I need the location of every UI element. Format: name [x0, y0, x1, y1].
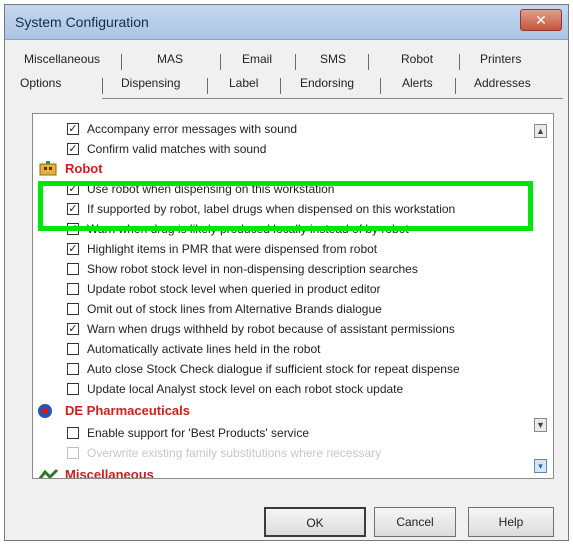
category-robot-label: Robot: [65, 161, 103, 176]
option-label: Auto close Stock Check dialogue if suffi…: [87, 362, 460, 376]
tab-addresses[interactable]: Addresses: [474, 76, 531, 90]
option-label: Update robot stock level when queried in…: [87, 282, 381, 296]
expand-collapse-button[interactable]: ▼: [534, 418, 547, 432]
cancel-button[interactable]: Cancel: [374, 507, 456, 537]
tab-separator: [121, 54, 122, 70]
close-icon: ✕: [535, 12, 547, 28]
tab-sms[interactable]: SMS: [320, 52, 346, 66]
checkbox[interactable]: ✓: [67, 143, 79, 155]
expand-collapse-button[interactable]: ▲: [534, 124, 547, 138]
checkbox[interactable]: ✓: [67, 323, 79, 335]
category-miscellaneous-label: Miscellaneous: [65, 467, 154, 479]
options-list: ✓ Accompany error messages with sound ✓ …: [32, 113, 554, 479]
expand-collapse-button[interactable]: ▾: [534, 459, 547, 473]
tab-dispensing[interactable]: Dispensing: [121, 76, 180, 90]
tab-options[interactable]: Options: [20, 76, 61, 90]
tab-printers[interactable]: Printers: [480, 52, 521, 66]
miscellaneous-icon: [38, 468, 59, 478]
option-label: Automatically activate lines held in the…: [87, 342, 321, 356]
checkbox[interactable]: ✓: [67, 123, 79, 135]
tab-strip: Miscellaneous MAS Email SMS Robot Printe…: [14, 42, 563, 98]
highlight-box: [38, 181, 533, 231]
tab-robot[interactable]: Robot: [401, 52, 433, 66]
option-label: Overwrite existing family substitutions …: [87, 446, 382, 460]
option-label: Warn when drugs withheld by robot becaus…: [87, 322, 455, 336]
option-label: Highlight items in PMR that were dispens…: [87, 242, 378, 256]
tab-miscellaneous[interactable]: Miscellaneous: [24, 52, 100, 66]
category-de-pharmaceuticals-label: DE Pharmaceuticals: [65, 403, 191, 418]
tab-separator: [220, 54, 221, 70]
checkbox[interactable]: [67, 283, 79, 295]
checkbox[interactable]: [67, 303, 79, 315]
checkbox[interactable]: [67, 363, 79, 375]
checkbox[interactable]: [67, 343, 79, 355]
tab-row-1: Miscellaneous MAS Email SMS Robot Printe…: [14, 52, 563, 76]
ok-button[interactable]: OK: [264, 507, 366, 537]
tab-separator: [280, 78, 281, 94]
option-label: Omit out of stock lines from Alternative…: [87, 302, 382, 316]
option-label: Show robot stock level in non-dispensing…: [87, 262, 418, 276]
title-bar: System Configuration ✕: [5, 5, 568, 40]
help-button[interactable]: Help: [468, 507, 554, 537]
checkbox[interactable]: [67, 427, 79, 439]
checkbox[interactable]: [67, 263, 79, 275]
tab-separator: [368, 54, 369, 70]
tab-row-2: Options Dispensing Label Endorsing Alert…: [14, 76, 563, 100]
active-tab-gap: [14, 98, 102, 99]
option-label: Enable support for 'Best Products' servi…: [87, 426, 310, 440]
robot-icon: [39, 161, 57, 176]
option-label: Accompany error messages with sound: [87, 122, 298, 136]
checkbox[interactable]: ✓: [67, 243, 79, 255]
tab-separator: [102, 78, 103, 94]
tab-mas[interactable]: MAS: [157, 52, 183, 66]
window-title: System Configuration: [15, 14, 149, 30]
tab-separator: [455, 78, 456, 94]
tab-separator: [459, 54, 460, 70]
tab-separator: [207, 78, 208, 94]
tab-email[interactable]: Email: [242, 52, 272, 66]
tab-endorsing[interactable]: Endorsing: [300, 76, 354, 90]
tab-separator: [380, 78, 381, 94]
checkbox: [67, 447, 79, 459]
option-label: Update local Analyst stock level on each…: [87, 382, 404, 396]
option-label: Confirm valid matches with sound: [87, 142, 267, 156]
tab-alerts[interactable]: Alerts: [402, 76, 433, 90]
tab-label[interactable]: Label: [229, 76, 258, 90]
tab-separator: [295, 54, 296, 70]
close-button[interactable]: ✕: [520, 9, 562, 31]
de-pharmaceuticals-icon: [38, 404, 52, 418]
checkbox[interactable]: [67, 383, 79, 395]
